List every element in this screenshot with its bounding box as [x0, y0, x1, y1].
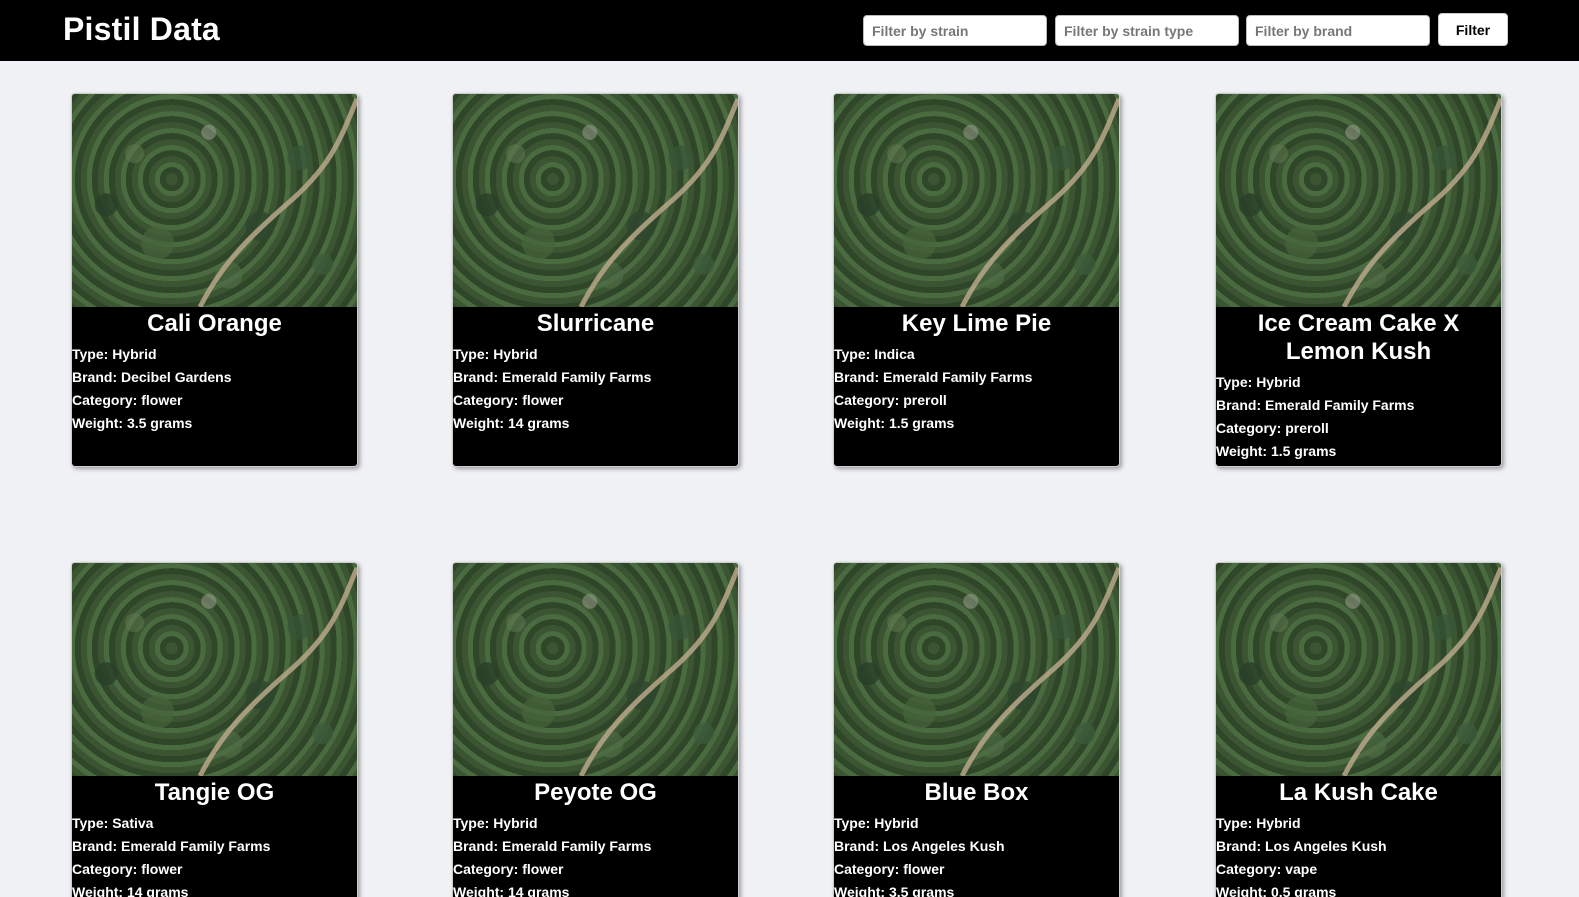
- strain-weight: Weight: 14 grams: [72, 884, 189, 897]
- strain-brand: Brand: Los Angeles Kush: [1216, 838, 1387, 854]
- strain-details: Type: Hybrid Brand: Los Angeles Kush Cat…: [1216, 812, 1501, 897]
- strain-name: Cali Orange: [147, 310, 282, 337]
- strain-name: Tangie OG: [154, 779, 275, 806]
- aerial-forest-image: [834, 563, 1119, 776]
- dirt-road-overlay: [578, 567, 738, 776]
- dirt-road-overlay: [959, 567, 1119, 776]
- strain-name: Key Lime Pie: [901, 310, 1052, 337]
- dirt-road-path: [578, 567, 738, 776]
- strain-name: Ice Cream Cake X Lemon Kush: [1257, 310, 1460, 365]
- strain-brand: Brand: Decibel Gardens: [72, 369, 232, 385]
- strain-type: Type: Hybrid: [72, 346, 157, 362]
- strain-card[interactable]: Cali Orange Type: Hybrid Brand: Decibel …: [71, 93, 358, 467]
- brand-filter-input[interactable]: [1246, 15, 1430, 46]
- strain-weight: Weight: 3.5 grams: [834, 884, 955, 897]
- strain-brand: Brand: Emerald Family Farms: [1216, 397, 1415, 413]
- strain-details: Type: Hybrid Brand: Emerald Family Farms…: [1216, 371, 1501, 463]
- aerial-forest-image: [453, 94, 738, 307]
- strain-type: Type: Indica: [834, 346, 915, 362]
- strain-details: Type: Sativa Brand: Emerald Family Farms…: [72, 812, 357, 897]
- strain-name: Peyote OG: [534, 779, 657, 806]
- strain-category: Category: flower: [72, 861, 183, 877]
- site-title[interactable]: Pistil Data: [63, 10, 220, 48]
- strain-card[interactable]: Blue Box Type: Hybrid Brand: Los Angeles…: [833, 562, 1120, 897]
- strain-category: Category: flower: [453, 392, 564, 408]
- strain-category: Category: preroll: [1216, 420, 1329, 436]
- dirt-road-overlay: [578, 98, 738, 307]
- dirt-road-path: [1341, 98, 1501, 307]
- strain-card[interactable]: Peyote OG Type: Hybrid Brand: Emerald Fa…: [452, 562, 739, 897]
- strain-type: Type: Hybrid: [1216, 374, 1301, 390]
- dirt-road-path: [1341, 567, 1501, 776]
- strain-category: Category: flower: [453, 861, 564, 877]
- strain-type: Type: Hybrid: [834, 815, 919, 831]
- strain-name: Slurricane: [536, 310, 655, 337]
- aerial-forest-image: [72, 563, 357, 776]
- dirt-road-path: [959, 98, 1119, 307]
- dirt-road-overlay: [959, 98, 1119, 307]
- strain-weight: Weight: 14 grams: [453, 415, 570, 431]
- strain-details: Type: Hybrid Brand: Los Angeles Kush Cat…: [834, 812, 1119, 897]
- strain-brand: Brand: Emerald Family Farms: [834, 369, 1033, 385]
- filter-button[interactable]: Filter: [1438, 13, 1508, 46]
- aerial-forest-image: [1216, 563, 1501, 776]
- strain-brand: Brand: Emerald Family Farms: [72, 838, 271, 854]
- aerial-forest-image: [1216, 94, 1501, 307]
- strain-brand: Brand: Los Angeles Kush: [834, 838, 1005, 854]
- dirt-road-path: [578, 98, 738, 307]
- strain-details: Type: Indica Brand: Emerald Family Farms…: [834, 343, 1119, 435]
- strain-card[interactable]: La Kush Cake Type: Hybrid Brand: Los Ang…: [1215, 562, 1502, 897]
- strain-type: Type: Sativa: [72, 815, 154, 831]
- strain-type-filter-input[interactable]: [1055, 15, 1239, 46]
- strain-brand: Brand: Emerald Family Farms: [453, 369, 652, 385]
- strain-weight: Weight: 3.5 grams: [72, 415, 193, 431]
- strain-card[interactable]: Key Lime Pie Type: Indica Brand: Emerald…: [833, 93, 1120, 467]
- dirt-road-path: [959, 567, 1119, 776]
- strain-brand: Brand: Emerald Family Farms: [453, 838, 652, 854]
- strain-weight: Weight: 0.5 grams: [1216, 884, 1337, 897]
- dirt-road-overlay: [197, 98, 357, 307]
- top-navbar: Pistil Data Filter: [0, 0, 1579, 61]
- strain-details: Type: Hybrid Brand: Emerald Family Farms…: [453, 812, 738, 897]
- strain-category: Category: flower: [72, 392, 183, 408]
- aerial-forest-image: [453, 563, 738, 776]
- strain-card[interactable]: Slurricane Type: Hybrid Brand: Emerald F…: [452, 93, 739, 467]
- strain-name: La Kush Cake: [1279, 779, 1438, 806]
- strain-weight: Weight: 14 grams: [453, 884, 570, 897]
- strain-name: Blue Box: [924, 779, 1029, 806]
- dirt-road-overlay: [1341, 98, 1501, 307]
- strain-weight: Weight: 1.5 grams: [834, 415, 955, 431]
- strain-category: Category: vape: [1216, 861, 1318, 877]
- dirt-road-overlay: [1341, 567, 1501, 776]
- strain-category: Category: flower: [834, 861, 945, 877]
- strain-card[interactable]: Ice Cream Cake X Lemon Kush Type: Hybrid…: [1215, 93, 1502, 467]
- dirt-road-overlay: [197, 567, 357, 776]
- strain-details: Type: Hybrid Brand: Emerald Family Farms…: [453, 343, 738, 435]
- strain-category: Category: preroll: [834, 392, 947, 408]
- dirt-road-path: [197, 567, 357, 776]
- strain-card[interactable]: Tangie OG Type: Sativa Brand: Emerald Fa…: [71, 562, 358, 897]
- strain-type: Type: Hybrid: [1216, 815, 1301, 831]
- strain-type: Type: Hybrid: [453, 346, 538, 362]
- aerial-forest-image: [72, 94, 357, 307]
- strain-type: Type: Hybrid: [453, 815, 538, 831]
- dirt-road-path: [197, 98, 357, 307]
- strain-filter-input[interactable]: [863, 15, 1047, 46]
- aerial-forest-image: [834, 94, 1119, 307]
- strain-details: Type: Hybrid Brand: Decibel Gardens Cate…: [72, 343, 357, 435]
- strain-weight: Weight: 1.5 grams: [1216, 443, 1337, 459]
